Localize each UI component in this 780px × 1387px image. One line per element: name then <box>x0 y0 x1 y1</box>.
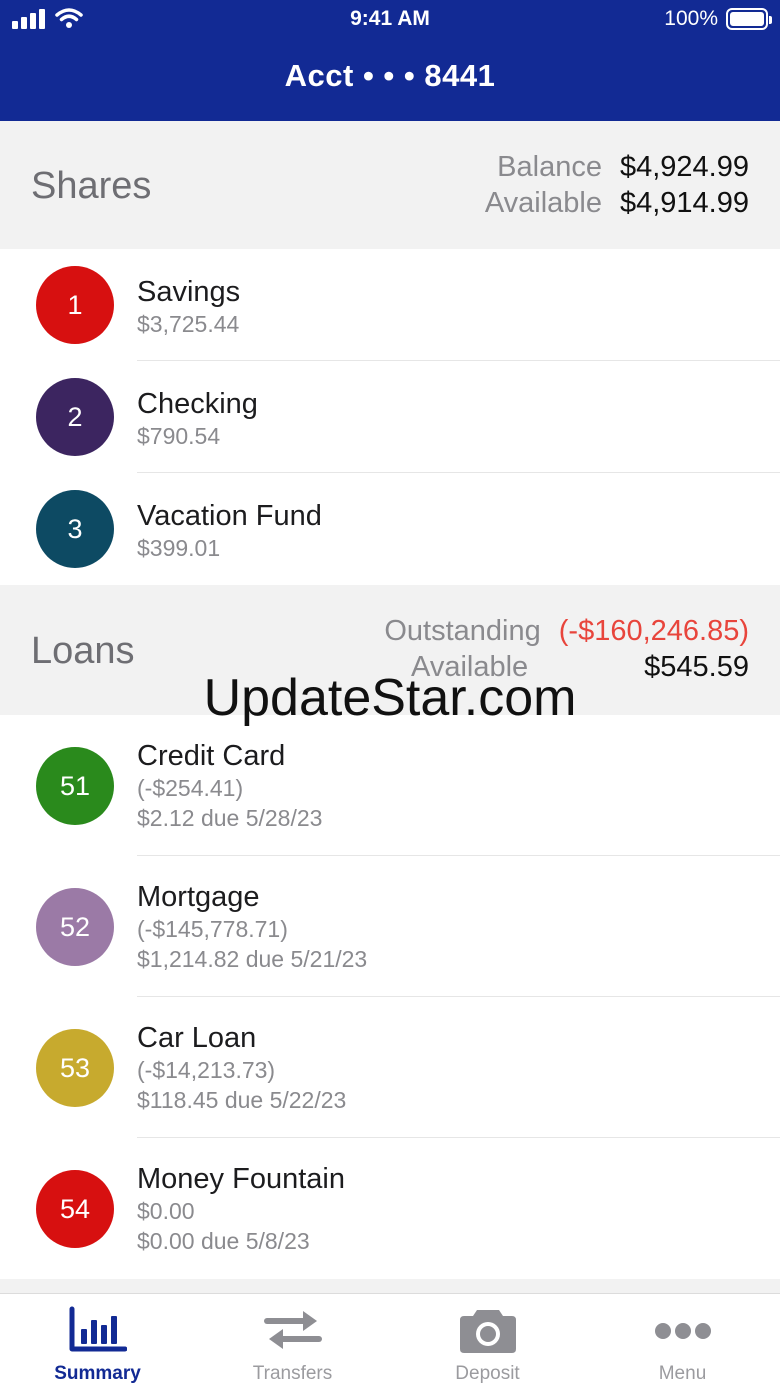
loan-account-row[interactable]: 54 Money Fountain $0.00 $0.00 due 5/8/23 <box>0 1138 780 1279</box>
account-amount: $399.01 <box>137 535 221 561</box>
loan-balance: $0.00 <box>137 1198 195 1224</box>
battery-icon <box>726 8 772 30</box>
account-text: Money Fountain $0.00 $0.00 due 5/8/23 <box>137 1163 345 1256</box>
loans-outstanding-label: Outstanding <box>384 615 541 647</box>
share-account-row[interactable]: 2 Checking $790.54 <box>0 361 780 473</box>
share-account-row[interactable]: 3 Vacation Fund $399.01 <box>0 473 780 585</box>
account-text: Mortgage (-$145,778.71) $1,214.82 due 5/… <box>137 881 367 974</box>
tab-bar: Summary Transfers Deposit Menu <box>0 1293 780 1387</box>
status-time: 9:41 AM <box>350 7 430 30</box>
loans-outstanding-value: (-$160,246.85) <box>558 615 749 647</box>
tab-label: Deposit <box>455 1363 520 1384</box>
account-name: Checking <box>137 388 258 420</box>
account-text: Vacation Fund $399.01 <box>137 500 322 563</box>
battery-percent: 100% <box>664 7 718 30</box>
account-number-badge: 51 <box>36 747 114 825</box>
top-bar: 9:41 AM 100% Acct • • • 8441 <box>0 0 780 121</box>
battery-status: 100% <box>664 7 772 31</box>
account-name: Vacation Fund <box>137 500 322 532</box>
tab-summary[interactable]: Summary <box>0 1294 195 1387</box>
account-name: Credit Card <box>137 740 286 772</box>
loans-outstanding-row: Outstanding (-$160,246.85) <box>384 615 749 648</box>
tab-label: Summary <box>54 1363 141 1384</box>
loan-balance: (-$145,778.71) <box>137 916 288 942</box>
loan-due: $2.12 due 5/28/23 <box>137 805 323 831</box>
tab-label: Menu <box>658 1363 707 1384</box>
loan-balance: (-$14,213.73) <box>137 1057 276 1083</box>
loan-balance: (-$254.41) <box>137 775 244 801</box>
account-amount: $790.54 <box>137 423 221 449</box>
shares-balance-label: Balance <box>497 151 602 183</box>
account-number-badge: 2 <box>36 378 114 456</box>
account-text: Checking $790.54 <box>137 388 258 451</box>
tab-transfers[interactable]: Transfers <box>195 1294 390 1387</box>
shares-header: Shares Balance $4,924.99 Available $4,91… <box>0 121 780 249</box>
loan-due: $118.45 due 5/22/23 <box>137 1087 347 1113</box>
account-number-badge: 54 <box>36 1170 114 1248</box>
loan-account-row[interactable]: 53 Car Loan (-$14,213.73) $118.45 due 5/… <box>0 997 780 1138</box>
more-dots-icon <box>654 1323 711 1339</box>
account-name: Money Fountain <box>137 1163 345 1195</box>
account-name: Car Loan <box>137 1022 257 1054</box>
share-account-row[interactable]: 1 Savings $3,725.44 <box>0 249 780 361</box>
loan-account-row[interactable]: 51 Credit Card (-$254.41) $2.12 due 5/28… <box>0 715 780 856</box>
loans-title: Loans <box>31 630 135 672</box>
shares-balance-value: $4,924.99 <box>619 151 749 183</box>
account-number-badge: 1 <box>36 266 114 344</box>
account-text: Savings $3,725.44 <box>137 276 240 339</box>
watermark-text: UpdateStar.com <box>203 669 577 727</box>
tab-menu[interactable]: Menu <box>585 1294 780 1387</box>
shares-title: Shares <box>31 165 152 207</box>
shares-balance-row: Balance $4,924.99 <box>497 151 749 184</box>
account-text: Credit Card (-$254.41) $2.12 due 5/28/23 <box>137 740 322 833</box>
account-number-badge: 52 <box>36 888 114 966</box>
loan-account-row[interactable]: 52 Mortgage (-$145,778.71) $1,214.82 due… <box>0 856 780 997</box>
account-name: Mortgage <box>137 881 260 913</box>
transfer-arrows-icon <box>263 1311 322 1349</box>
shares-available-row: Available $4,914.99 <box>485 187 749 220</box>
account-text: Car Loan (-$14,213.73) $118.45 due 5/22/… <box>137 1022 346 1115</box>
list-footer-spacer <box>0 1279 780 1293</box>
account-amount: $3,725.44 <box>137 311 240 337</box>
account-title: Acct • • • 8441 <box>284 58 496 93</box>
camera-icon <box>459 1310 516 1353</box>
account-number-badge: 3 <box>36 490 114 568</box>
tab-deposit[interactable]: Deposit <box>390 1294 585 1387</box>
account-number-badge: 53 <box>36 1029 114 1107</box>
shares-available-label: Available <box>484 187 602 219</box>
status-bar: 9:41 AM 100% <box>0 0 780 40</box>
bar-chart-icon <box>69 1306 127 1352</box>
loan-due: $1,214.82 due 5/21/23 <box>137 946 368 972</box>
loan-due: $0.00 due 5/8/23 <box>137 1228 310 1254</box>
account-name: Savings <box>137 276 241 308</box>
tab-label: Transfers <box>252 1363 333 1384</box>
shares-available-value: $4,914.99 <box>619 187 749 219</box>
